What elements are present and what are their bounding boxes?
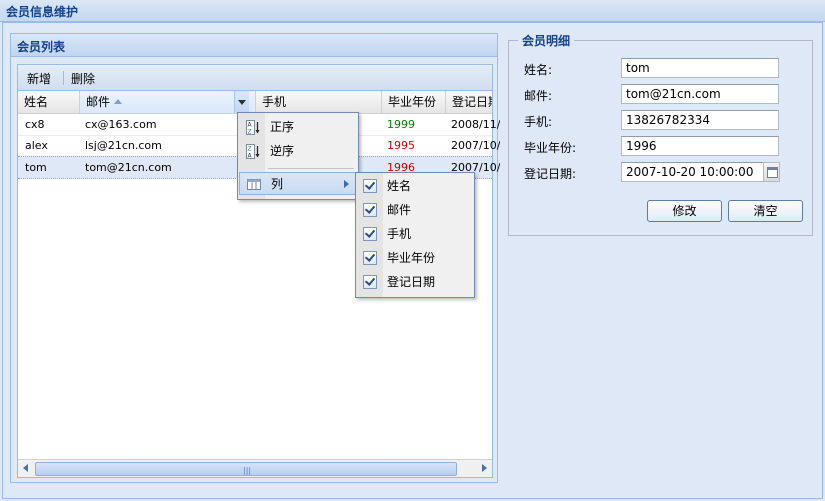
menu-item-sort-asc[interactable]: A Z 正序 bbox=[239, 116, 357, 139]
name-field[interactable]: tom bbox=[621, 58, 779, 78]
checkbox-checked-icon[interactable] bbox=[363, 251, 377, 265]
name-label: 姓名: bbox=[524, 63, 553, 77]
column-toggle-label: 登记日期 bbox=[387, 275, 436, 289]
menu-item-sort-desc-label: 逆序 bbox=[270, 144, 295, 158]
column-toggle-phone[interactable]: 手机 bbox=[357, 222, 473, 246]
column-toggle-name[interactable]: 姓名 bbox=[357, 174, 473, 198]
sort-ascending-icon: A Z bbox=[246, 120, 260, 136]
checkbox-checked-icon[interactable] bbox=[363, 179, 377, 193]
chevron-right-icon bbox=[344, 180, 349, 188]
year-label: 毕业年份: bbox=[524, 141, 577, 155]
cell-year: 1995 bbox=[387, 139, 415, 152]
scroll-left-button[interactable] bbox=[19, 461, 34, 475]
column-header-year[interactable]: 毕业年份 bbox=[382, 91, 446, 113]
column-toggle-label: 邮件 bbox=[387, 203, 412, 217]
cell-name: alex bbox=[25, 139, 48, 152]
grid-toolbar: 新增 删除 bbox=[18, 65, 492, 91]
cell-date: 2008/11/ bbox=[451, 118, 501, 131]
sort-ascending-icon bbox=[114, 99, 122, 104]
date-label: 登记日期: bbox=[524, 167, 577, 181]
chevron-down-icon bbox=[238, 100, 246, 105]
member-detail-legend: 会员明细 bbox=[518, 32, 575, 49]
scrollbar-grip: ||| bbox=[243, 466, 252, 475]
arrow-left-icon bbox=[23, 464, 28, 472]
window-title: 会员信息维护 bbox=[6, 5, 79, 19]
column-header-phone[interactable]: 手机 bbox=[256, 91, 382, 113]
column-toggle-year[interactable]: 毕业年份 bbox=[357, 246, 473, 270]
year-field[interactable]: 1996 bbox=[621, 136, 779, 156]
checkbox-checked-icon[interactable] bbox=[363, 203, 377, 217]
member-list-title: 会员列表 bbox=[17, 40, 66, 54]
sort-descending-icon: Z A bbox=[246, 144, 260, 160]
menu-item-columns[interactable]: 列 bbox=[239, 172, 357, 195]
phone-field[interactable]: 13826782334 bbox=[621, 110, 779, 130]
menu-separator bbox=[268, 168, 354, 169]
column-header-name[interactable]: 姓名 bbox=[18, 91, 80, 113]
email-label: 邮件: bbox=[524, 89, 553, 103]
column-menu-trigger[interactable] bbox=[234, 91, 249, 113]
column-toggle-label: 手机 bbox=[387, 227, 412, 241]
grid-column-header: 姓名 邮件 手机 毕业年份 登记日期 bbox=[18, 91, 492, 114]
cell-name: cx8 bbox=[25, 118, 45, 131]
checkbox-checked-icon[interactable] bbox=[363, 227, 377, 241]
date-picker-button[interactable] bbox=[763, 162, 780, 182]
email-field[interactable]: tom@21cn.com bbox=[621, 84, 779, 104]
clear-button[interactable]: 清空 bbox=[728, 200, 803, 222]
column-toggle-label: 毕业年份 bbox=[387, 251, 436, 265]
cell-email: cx@163.com bbox=[85, 118, 157, 131]
column-header-name-label: 姓名 bbox=[24, 95, 49, 109]
column-toggle-label: 姓名 bbox=[387, 179, 412, 193]
edit-button[interactable]: 修改 bbox=[647, 200, 722, 222]
menu-item-sort-desc[interactable]: Z A 逆序 bbox=[239, 140, 357, 163]
column-header-date[interactable]: 登记日期 bbox=[446, 91, 492, 113]
column-header-year-label: 毕业年份 bbox=[388, 95, 437, 109]
column-header-email[interactable]: 邮件 bbox=[80, 91, 256, 113]
menu-item-columns-label: 列 bbox=[271, 177, 284, 191]
window-title-bar: 会员信息维护 bbox=[0, 0, 825, 22]
cell-year: 1999 bbox=[387, 118, 415, 131]
column-header-date-label: 登记日期 bbox=[452, 95, 492, 109]
calendar-icon bbox=[767, 167, 778, 178]
column-toggle-date[interactable]: 登记日期 bbox=[357, 270, 473, 294]
scrollbar-thumb[interactable]: ||| bbox=[35, 462, 457, 476]
arrow-right-icon bbox=[482, 464, 487, 472]
cell-email: tom@21cn.com bbox=[85, 161, 172, 174]
date-field[interactable]: 2007-10-20 10:00:00 bbox=[621, 162, 764, 182]
delete-button[interactable]: 删除 bbox=[71, 70, 95, 87]
column-header-email-label: 邮件 bbox=[86, 95, 111, 109]
svg-text:Z: Z bbox=[248, 129, 252, 136]
cell-name: tom bbox=[25, 161, 47, 174]
add-button[interactable]: 新增 bbox=[27, 70, 51, 87]
scroll-right-button[interactable] bbox=[476, 461, 491, 475]
toolbar-separator bbox=[63, 71, 64, 85]
cell-date: 2007/10/ bbox=[451, 139, 501, 152]
column-header-phone-label: 手机 bbox=[262, 95, 287, 109]
menu-item-sort-asc-label: 正序 bbox=[270, 120, 295, 134]
horizontal-scrollbar[interactable]: ||| bbox=[18, 459, 492, 477]
svg-text:Z: Z bbox=[248, 146, 252, 153]
cell-email: lsj@21cn.com bbox=[85, 139, 162, 152]
columns-submenu: 姓名 邮件 手机 毕业年份 登记日期 bbox=[355, 172, 475, 298]
columns-icon bbox=[247, 177, 261, 192]
member-list-header: 会员列表 bbox=[11, 34, 497, 57]
column-toggle-email[interactable]: 邮件 bbox=[357, 198, 473, 222]
checkbox-checked-icon[interactable] bbox=[363, 275, 377, 289]
column-header-menu: A Z 正序 Z A 逆序 列 bbox=[237, 112, 359, 200]
phone-label: 手机: bbox=[524, 115, 553, 129]
